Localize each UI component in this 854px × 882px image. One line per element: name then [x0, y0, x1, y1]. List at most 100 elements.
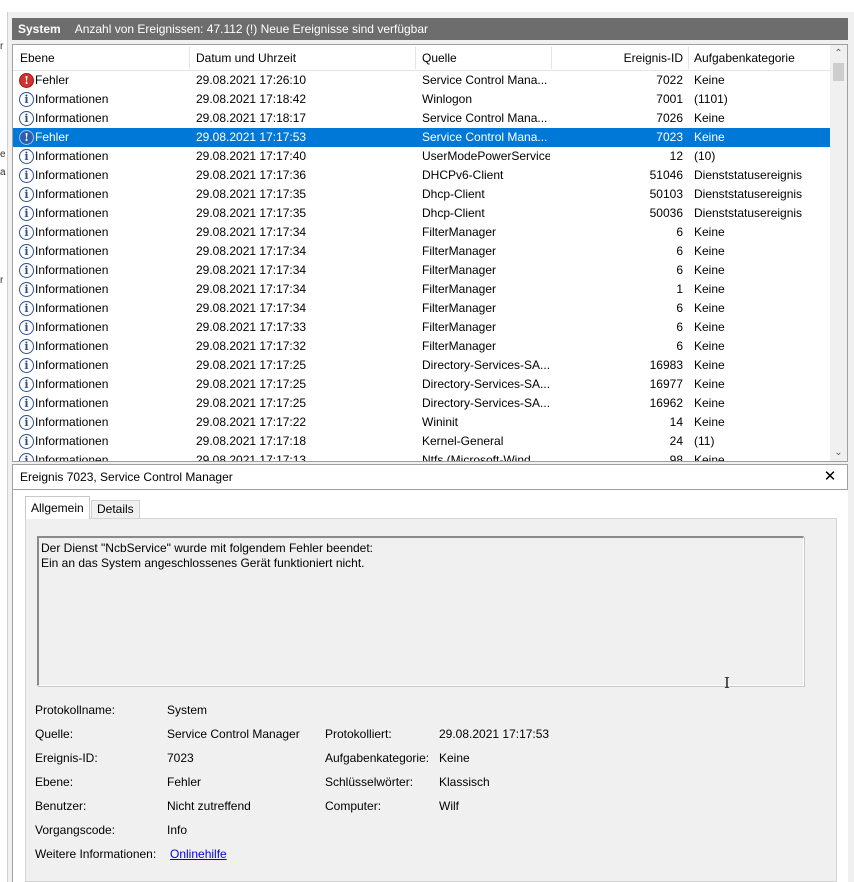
- event-row[interactable]: i Informationen 29.08.2021 17:17:25 Directo…: [13, 375, 831, 394]
- event-id: 14: [669, 415, 683, 429]
- event-level: Informationen: [35, 149, 109, 163]
- column-header-event-id[interactable]: Ereignis-ID: [563, 45, 683, 71]
- info-icon: i: [19, 282, 34, 297]
- event-row[interactable]: i Informationen 29.08.2021 17:17:13 Ntfs (M…: [13, 451, 831, 462]
- event-row[interactable]: i Informationen 29.08.2021 17:17:35 Dhcp-Cl…: [13, 204, 831, 223]
- value-protokollname: System: [167, 703, 208, 717]
- event-row[interactable]: i Informationen 29.08.2021 17:17:34 FilterM…: [13, 223, 831, 242]
- event-date: 29.08.2021 17:17:34: [196, 225, 307, 239]
- column-header-level[interactable]: Ebene: [20, 45, 55, 71]
- value-computer: Wilf: [439, 799, 459, 813]
- info-icon: i: [19, 187, 34, 202]
- info-icon: i: [19, 434, 34, 449]
- event-date: 29.08.2021 17:17:25: [196, 396, 307, 410]
- event-level: Informationen: [35, 263, 109, 277]
- event-task-category: (10): [694, 149, 716, 163]
- column-header-date[interactable]: Datum und Uhrzeit: [196, 45, 296, 71]
- event-task-category: Keine: [694, 339, 725, 353]
- scroll-down-icon[interactable]: ⌄: [830, 444, 847, 461]
- event-row[interactable]: i Informationen 29.08.2021 17:17:35 Dhcp-Cl…: [13, 185, 831, 204]
- event-list-header: Ebene Datum und Uhrzeit Quelle Ereignis-…: [13, 45, 831, 71]
- event-task-category: Keine: [694, 453, 725, 462]
- event-row[interactable]: i Informationen 29.08.2021 17:17:34 FilterM…: [13, 242, 831, 261]
- event-row[interactable]: i Informationen 29.08.2021 17:17:32 FilterM…: [13, 337, 831, 356]
- label-benutzer: Benutzer:: [35, 799, 87, 813]
- event-id: 98: [669, 453, 683, 462]
- event-row[interactable]: ! Fehler 29.08.2021 17:26:10 Service Contro…: [13, 71, 831, 90]
- scroll-up-icon[interactable]: ⌃: [830, 45, 847, 62]
- label-protokolliert: Protokolliert:: [325, 727, 392, 741]
- event-date: 29.08.2021 17:17:35: [196, 187, 307, 201]
- column-separator[interactable]: [688, 47, 689, 69]
- event-level: Informationen: [35, 244, 109, 258]
- event-row[interactable]: i Informationen 29.08.2021 17:17:34 FilterM…: [13, 299, 831, 318]
- event-id: 7001: [656, 92, 683, 106]
- event-message-line: Der Dienst "NcbService" wurde mit folgen…: [41, 541, 374, 555]
- event-row[interactable]: i Informationen 29.08.2021 17:17:34 FilterM…: [13, 280, 831, 299]
- event-level: Informationen: [35, 206, 109, 220]
- event-id: 7022: [656, 73, 683, 87]
- event-row[interactable]: i Informationen 29.08.2021 17:17:22 Wininit…: [13, 413, 831, 432]
- close-icon[interactable]: ✕: [821, 467, 839, 487]
- event-row[interactable]: i Informationen 29.08.2021 17:18:42 Winlogo…: [13, 90, 831, 109]
- event-task-category: Keine: [694, 263, 725, 277]
- event-level: Informationen: [35, 320, 109, 334]
- event-list-scrollbar[interactable]: ⌃ ⌄: [830, 45, 847, 461]
- info-icon: i: [19, 92, 34, 107]
- event-row[interactable]: i Informationen 29.08.2021 17:17:40 UserMod…: [13, 147, 831, 166]
- column-separator[interactable]: [189, 47, 190, 69]
- event-task-category: Keine: [694, 320, 725, 334]
- event-source: FilterManager: [422, 301, 497, 315]
- event-date: 29.08.2021 17:17:34: [196, 244, 307, 258]
- left-pane-glyph: e: [0, 149, 6, 160]
- event-row[interactable]: i Informationen 29.08.2021 17:17:25 Directo…: [13, 394, 831, 413]
- log-title-bar: System Anzahl von Ereignissen: 47.112 (!…: [12, 18, 848, 40]
- event-id: 12: [669, 149, 683, 163]
- event-level: Informationen: [35, 301, 109, 315]
- left-pane-glyph: r: [0, 41, 4, 52]
- event-detail-header: Ereignis 7023, Service Control Manager ✕: [12, 464, 848, 490]
- error-icon: !: [19, 73, 34, 88]
- event-task-category: (11): [694, 434, 715, 448]
- event-date: 29.08.2021 17:17:25: [196, 358, 307, 372]
- event-source: Service Control Mana...: [422, 73, 548, 87]
- column-separator[interactable]: [415, 47, 416, 69]
- event-row[interactable]: i Informationen 29.08.2021 17:17:18 Kernel-…: [13, 432, 831, 451]
- value-quelle: Service Control Manager: [167, 727, 300, 741]
- tab-allgemein[interactable]: Allgemein: [25, 496, 90, 519]
- onlinehilfe-link[interactable]: Onlinehilfe: [170, 846, 227, 862]
- event-row[interactable]: i Informationen 29.08.2021 17:17:25 Directo…: [13, 356, 831, 375]
- event-date: 29.08.2021 17:17:22: [196, 415, 307, 429]
- event-row[interactable]: i Informationen 29.08.2021 17:17:33 FilterM…: [13, 318, 831, 337]
- column-header-source[interactable]: Quelle: [422, 45, 457, 71]
- event-source: Ntfs (Microsoft-Wind...: [422, 453, 541, 462]
- info-icon: i: [19, 320, 34, 335]
- value-vorgangscode: Info: [167, 823, 188, 837]
- event-list[interactable]: Ebene Datum und Uhrzeit Quelle Ereignis-…: [12, 44, 848, 462]
- tab-details[interactable]: Details: [91, 500, 140, 518]
- event-row[interactable]: i Informationen 29.08.2021 17:17:34 FilterM…: [13, 261, 831, 280]
- event-id: 6: [676, 244, 683, 258]
- event-message-box[interactable]: Der Dienst "NcbService" wurde mit folgen…: [37, 536, 804, 686]
- event-id: 24: [669, 434, 683, 448]
- event-task-category: Keine: [694, 396, 725, 410]
- event-source: FilterManager: [422, 225, 497, 239]
- column-separator[interactable]: [551, 47, 552, 69]
- event-source: FilterManager: [422, 320, 497, 334]
- event-date: 29.08.2021 17:17:25: [196, 377, 307, 391]
- event-row-selected[interactable]: ! Fehler 29.08.2021 17:17:53 Service Contro…: [13, 128, 831, 147]
- info-icon: i: [19, 206, 34, 221]
- column-header-task-category[interactable]: Aufgabenkategorie: [694, 45, 795, 71]
- scrollbar-thumb[interactable]: [833, 63, 844, 81]
- event-level: Informationen: [35, 377, 109, 391]
- event-row[interactable]: i Informationen 29.08.2021 17:18:17 Service…: [13, 109, 831, 128]
- label-weitere-informationen: Weitere Informationen:: [35, 847, 157, 861]
- event-id: 6: [676, 263, 683, 277]
- event-row[interactable]: i Informationen 29.08.2021 17:17:36 DHCPv6-…: [13, 166, 831, 185]
- top-window-strip: [0, 0, 854, 12]
- event-level: Informationen: [35, 187, 109, 201]
- event-source: Kernel-General: [422, 434, 504, 448]
- event-task-category: Keine: [694, 377, 725, 391]
- label-ereignis-id: Ereignis-ID:: [35, 751, 98, 765]
- left-pane-edge: r e a r: [0, 12, 8, 882]
